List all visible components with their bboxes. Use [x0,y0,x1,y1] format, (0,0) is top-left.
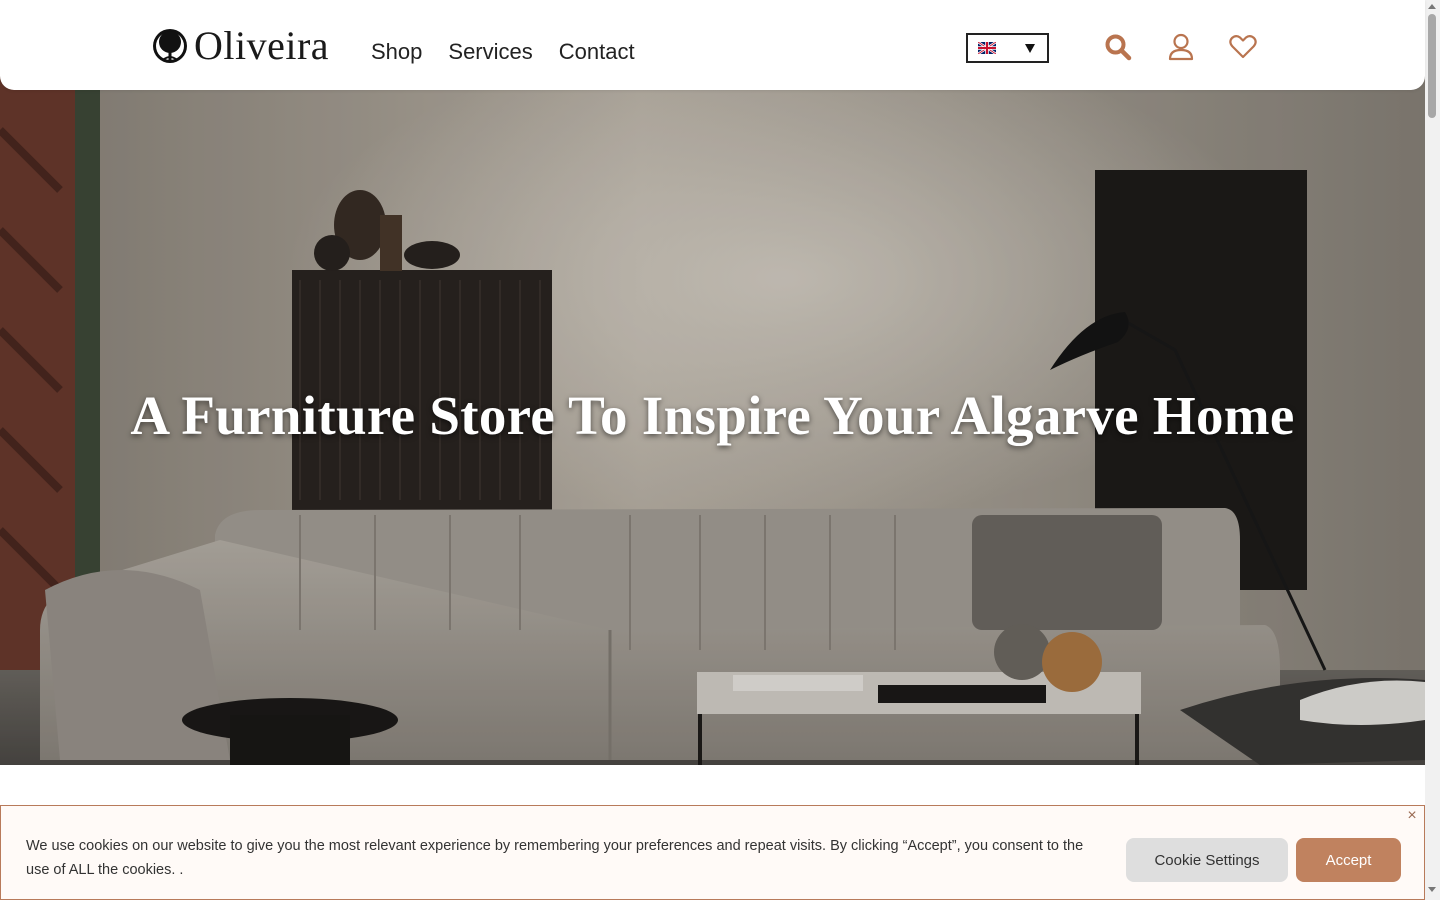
nav-services[interactable]: Services [448,38,532,66]
search-icon [1105,34,1132,61]
page-scrollbar[interactable] [1425,0,1440,900]
scrollbar-thumb[interactable] [1428,14,1436,118]
heart-icon [1229,35,1257,59]
main-nav: Shop Services Contact [371,38,635,66]
site-header: Oliveira Shop Services Contact [0,0,1425,90]
cookie-accept-button[interactable]: Accept [1296,838,1401,882]
chevron-down-icon [1025,44,1035,53]
logo-link[interactable]: Oliveira [152,26,329,66]
search-button[interactable] [1104,32,1132,62]
language-selector[interactable] [966,33,1049,63]
hero-title: A Furniture Store To Inspire Your Algarv… [130,385,1295,446]
cookie-banner: We use cookies on our website to give yo… [0,805,1425,900]
logo-text: Oliveira [194,23,330,68]
cookie-settings-button[interactable]: Cookie Settings [1126,838,1288,882]
uk-flag-icon [978,42,996,54]
cookie-message: We use cookies on our website to give yo… [26,838,1084,878]
close-icon[interactable]: × [1406,808,1418,824]
scroll-up-arrow-icon[interactable] [1428,4,1436,9]
scroll-down-arrow-icon[interactable] [1428,887,1436,892]
hero-section: A Furniture Store To Inspire Your Algarv… [0,70,1425,765]
olive-tree-logo-icon [153,29,187,63]
wishlist-button[interactable] [1229,32,1257,62]
nav-shop[interactable]: Shop [371,38,422,66]
user-icon [1168,33,1194,61]
account-button[interactable] [1167,32,1195,62]
nav-contact[interactable]: Contact [559,38,635,66]
